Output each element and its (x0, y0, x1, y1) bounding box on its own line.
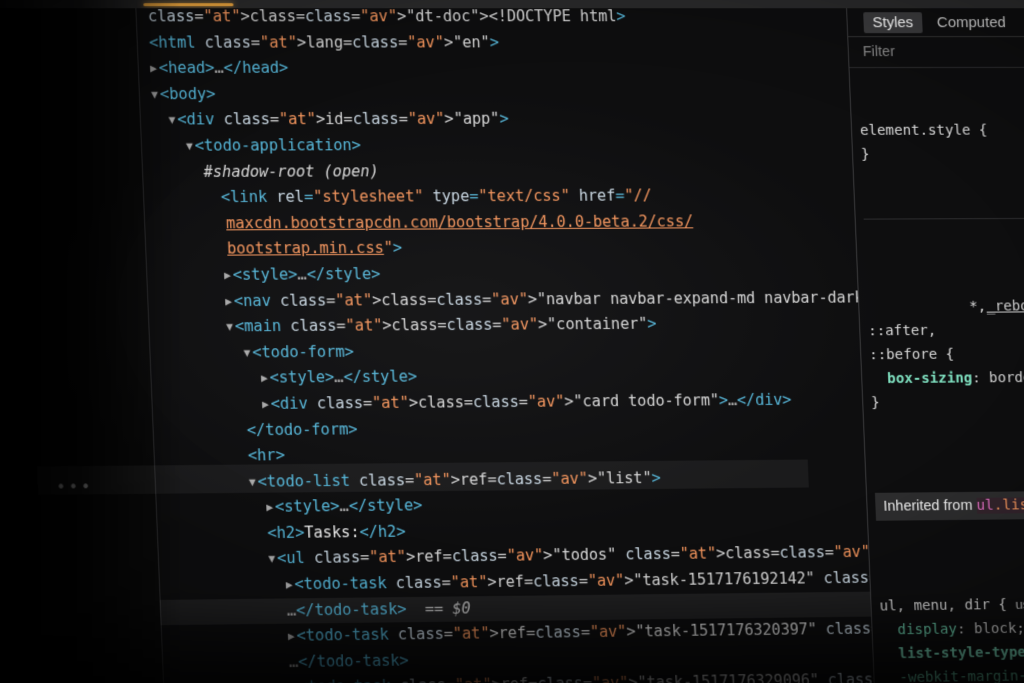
elements-dom-pane: ••• class="at">class=class="av">"dt-doc"… (0, 8, 878, 683)
devtools-tabbar: Elements Console Sources Application Net… (0, 0, 1024, 9)
dom-line[interactable]: <div class="at">id=class="av">"app"> (139, 106, 852, 133)
more-tabs-button[interactable]: » (876, 0, 916, 8)
element-style-close: } (860, 146, 870, 163)
dom-line[interactable]: maxcdn.bootstrapcdn.com/bootstrap/4.0.0-… (144, 208, 857, 237)
dom-tree[interactable]: class="at">class=class="av">"dt-doc"><!D… (135, 8, 878, 683)
dom-line[interactable]: <html class="at">lang=class="av">"en"> (136, 30, 849, 56)
dom-line[interactable]: #shadow-root (open) (142, 157, 855, 185)
twisty-open-icon[interactable] (151, 88, 160, 101)
styles-pane: Styles Computed Filter :hov .cls element… (846, 8, 1024, 683)
tab-performance[interactable]: Performance (651, 0, 783, 8)
prop-box-sizing[interactable]: box-sizing (887, 370, 973, 387)
dom-line[interactable]: <todo-application> (140, 132, 853, 160)
ua-source-label: user agent stylesheet (1015, 596, 1024, 612)
rule-divider (863, 217, 1024, 220)
twisty-closed-icon[interactable] (262, 398, 271, 411)
dom-line[interactable]: <body> (138, 81, 851, 108)
inherited-chip-id-ul: .list-group (993, 496, 1024, 514)
twisty-open-icon[interactable] (268, 553, 277, 566)
rule-source-link[interactable]: _reboot.scss:10 (986, 294, 1024, 319)
inherited-header-ul: Inherited from ul.list-group (874, 490, 1024, 521)
twisty-open-icon[interactable] (243, 346, 252, 359)
val-display[interactable]: block; (974, 621, 1024, 638)
twisty-closed-icon[interactable] (261, 372, 270, 385)
prop-display[interactable]: display (897, 622, 957, 639)
screenshot-stage: uB Elements Console Sources Application … (0, 0, 1024, 683)
dom-line[interactable]: <head>…</head> (137, 55, 850, 82)
twisty-closed-icon[interactable] (286, 578, 295, 591)
reboot-close: } (870, 395, 881, 412)
ua-selector: ul, menu, dir { (879, 597, 1008, 615)
twisty-open-icon[interactable] (226, 320, 235, 333)
tab-computed[interactable]: Computed (928, 12, 1015, 33)
element-style-rule[interactable]: element.style { } (860, 118, 1024, 166)
prop-margin-before[interactable]: -webkit-margin-before (899, 668, 1024, 683)
reboot-rule[interactable]: _reboot.scss:10 *, ::after, ::before { bo… (866, 270, 1024, 415)
prop-list-style-type[interactable]: list-style-type (898, 645, 1024, 663)
element-style-selector: element.style { (859, 122, 988, 139)
twisty-closed-icon[interactable] (266, 501, 275, 514)
tab-sources[interactable]: Sources (339, 0, 438, 8)
twisty-closed-icon[interactable] (224, 269, 233, 282)
tab-styles[interactable]: Styles (863, 11, 923, 33)
styles-rules[interactable]: element.style { } _reboot.scss:10 *, ::af… (850, 68, 1024, 683)
twisty-open-icon[interactable] (186, 140, 195, 153)
twisty-closed-icon[interactable] (288, 630, 297, 643)
dom-line[interactable]: <link rel="stylesheet" type="text/css" h… (143, 183, 856, 211)
tab-memory[interactable]: Memory (782, 0, 878, 8)
twisty-closed-icon[interactable] (225, 295, 234, 308)
styles-pane-tabbar: Styles Computed (847, 8, 1024, 38)
twisty-open-icon[interactable] (249, 475, 258, 488)
dom-line[interactable]: bootstrap.min.css"> (145, 234, 858, 263)
reboot-selector: *, ::after, ::before { (867, 298, 987, 364)
tab-network[interactable]: Network (554, 0, 652, 8)
styles-filter-bar: Filter :hov .cls (848, 37, 1024, 69)
ua-ul-rule[interactable]: ul, menu, dir { user agent stylesheet di… (879, 592, 1024, 683)
monitor-screen: uB Elements Console Sources Application … (0, 0, 1024, 683)
dom-line[interactable]: <style>…</style> (146, 259, 859, 288)
hidden-nodes-indicator[interactable]: ••• (56, 478, 94, 497)
tab-application[interactable]: Application (436, 0, 556, 8)
tab-console[interactable]: Console (241, 0, 340, 8)
styles-filter-input[interactable]: Filter (862, 44, 895, 60)
tab-elements[interactable]: Elements (134, 0, 242, 8)
devtools-window: Elements Console Sources Application Net… (0, 0, 1024, 683)
inherited-chip-tag-ul: ul (976, 497, 995, 514)
inherited-label-ul: Inherited from (883, 497, 973, 515)
twisty-open-icon[interactable] (168, 114, 177, 127)
twisty-closed-icon[interactable] (150, 62, 159, 75)
dom-line[interactable]: class="at">class=class="av">"dt-doc"><!D… (135, 8, 848, 30)
val-box-sizing[interactable]: border-box; (989, 370, 1024, 387)
